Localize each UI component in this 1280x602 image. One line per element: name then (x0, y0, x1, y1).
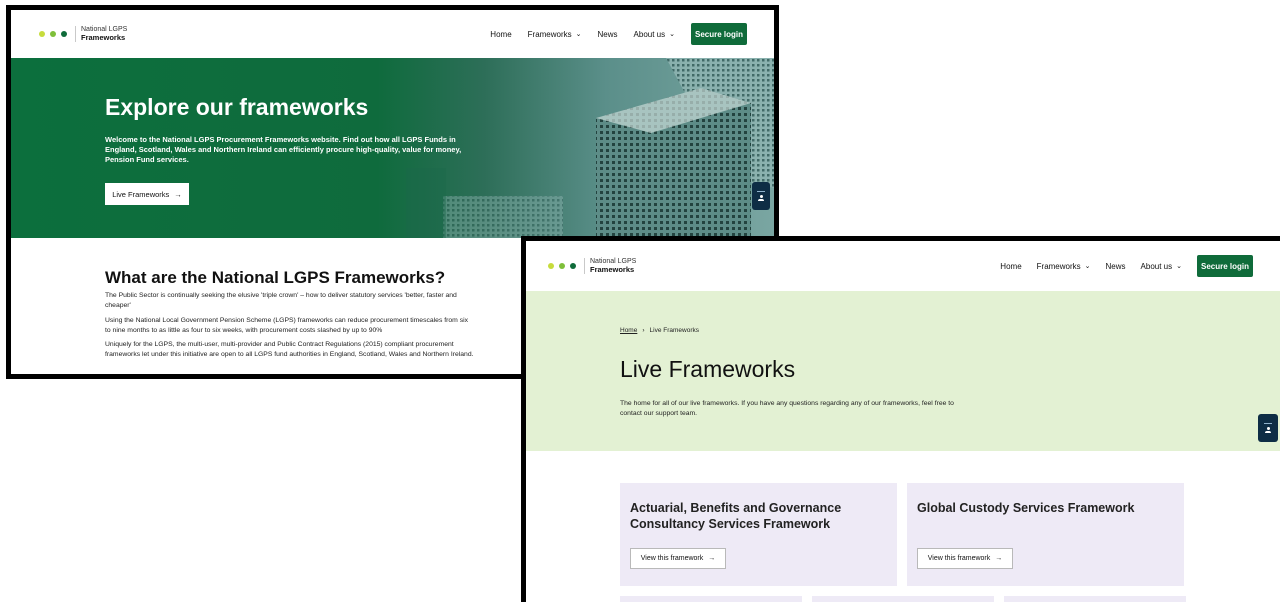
framework-card-title: Global Custody Services Framework (917, 501, 1135, 515)
nav-frameworks[interactable]: Frameworks ⌄ (1037, 262, 1091, 271)
person-icon (1265, 427, 1271, 433)
live-frameworks-window: National LGPS Frameworks Home Frameworks… (521, 236, 1280, 602)
hero-banner: Explore our frameworks Welcome to the Na… (11, 58, 774, 238)
framework-cards: Actuarial, Benefits and Governance Consu… (620, 483, 1184, 586)
framework-card: Actuarial, Benefits and Governance Consu… (620, 483, 897, 586)
view-framework-button[interactable]: View this framework → (630, 548, 726, 569)
nav-frameworks-label: Frameworks (527, 29, 572, 39)
site-logo[interactable]: National LGPS Frameworks (548, 257, 636, 275)
framework-card-title: Actuarial, Benefits and Governance Consu… (630, 501, 842, 531)
chevron-down-icon: ⌄ (669, 31, 675, 38)
nav-about-label: About us (1140, 261, 1173, 271)
chevron-down-icon: ⌄ (1084, 263, 1091, 270)
live-frameworks-label: Live Frameworks (112, 189, 170, 199)
nav-news[interactable]: News (1106, 262, 1126, 271)
arrow-right-icon: → (995, 555, 1003, 562)
live-frameworks-button[interactable]: Live Frameworks → (105, 183, 189, 205)
breadcrumb-current: Live Frameworks (649, 327, 699, 334)
page-title: Live Frameworks (620, 356, 796, 382)
hero-title: Explore our frameworks (105, 94, 369, 120)
site-logo[interactable]: National LGPS Frameworks (39, 25, 127, 43)
framework-card[interactable] (620, 596, 802, 602)
nav-home[interactable]: Home (490, 30, 511, 39)
framework-card: Global Custody Services Framework View t… (907, 483, 1184, 586)
about-section: What are the National LGPS Frameworks? T… (105, 268, 475, 365)
breadcrumb: Home › Live Frameworks (620, 327, 699, 334)
logo-dots-icon (39, 30, 67, 37)
secure-login-button[interactable]: Secure login (691, 23, 747, 45)
view-framework-label: View this framework (640, 555, 704, 562)
nav-about[interactable]: About us ⌄ (1141, 262, 1182, 271)
page-intro: The home for all of our live frameworks.… (620, 400, 954, 417)
logo-dots-icon (548, 262, 576, 269)
section-paragraph-2: Using the National Local Government Pens… (105, 316, 469, 334)
nav-news[interactable]: News (598, 30, 618, 39)
nav-home[interactable]: Home (1000, 262, 1021, 271)
chevron-down-icon: ⌄ (575, 31, 582, 38)
framework-cards-row-2 (620, 596, 1186, 602)
top-nav: National LGPS Frameworks Home Frameworks… (11, 10, 774, 58)
arrow-right-icon: → (174, 189, 182, 199)
breadcrumb-home-link[interactable]: Home (620, 327, 637, 334)
section-title: What are the National LGPS Frameworks? (105, 268, 446, 287)
nav-about-label: About us (633, 29, 666, 39)
view-framework-label: View this framework (927, 555, 991, 562)
widget-menu-icon (1264, 423, 1272, 424)
accessibility-widget[interactable] (1258, 414, 1278, 442)
page-header: Home › Live Frameworks Live Frameworks T… (526, 291, 1280, 451)
view-framework-button[interactable]: View this framework → (917, 548, 1013, 569)
framework-card[interactable] (812, 596, 994, 602)
top-nav: National LGPS Frameworks Home Frameworks… (526, 241, 1280, 291)
person-icon (758, 195, 764, 201)
logo-line-2: Frameworks (81, 32, 126, 42)
arrow-right-icon: → (708, 555, 716, 562)
framework-card[interactable] (1004, 596, 1186, 602)
section-paragraph-1: The Public Sector is continually seeking… (105, 292, 457, 309)
logo-line-2: Frameworks (590, 264, 635, 274)
nav-about[interactable]: About us ⌄ (634, 30, 675, 39)
nav-frameworks-label: Frameworks (1036, 261, 1081, 271)
breadcrumb-separator-icon: › (642, 327, 645, 334)
hero-text: Welcome to the National LGPS Procurement… (105, 135, 462, 164)
nav-frameworks[interactable]: Frameworks ⌄ (528, 30, 582, 39)
widget-menu-icon (757, 191, 765, 192)
accessibility-widget[interactable] (752, 182, 770, 210)
section-paragraph-3: Uniquely for the LGPS, the multi-user, m… (105, 341, 474, 359)
secure-login-button[interactable]: Secure login (1197, 255, 1253, 277)
chevron-down-icon: ⌄ (1176, 263, 1182, 270)
